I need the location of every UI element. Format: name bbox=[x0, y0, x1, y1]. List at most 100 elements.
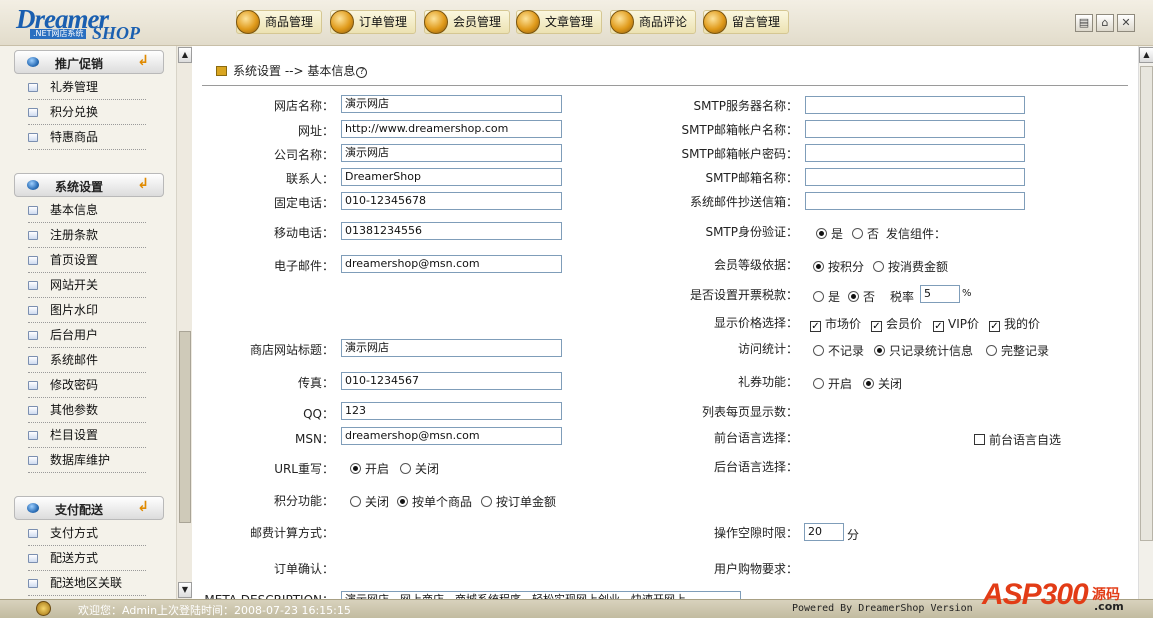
timeout-input[interactable]: 20 bbox=[804, 523, 844, 541]
member-level-spending[interactable]: 按消费金额 bbox=[873, 258, 948, 275]
shop-name-input[interactable]: 演示网店 bbox=[341, 95, 562, 113]
sidebar-item-change-password[interactable]: 修改密码 bbox=[28, 374, 146, 398]
points-off[interactable]: 关闭 bbox=[350, 493, 389, 510]
label-smtp-server: SMTP服务器名称： bbox=[693, 99, 798, 113]
close-icon[interactable]: ✕ bbox=[1117, 14, 1135, 32]
sidebar-item-coupons[interactable]: 礼券管理 bbox=[28, 76, 146, 100]
price-mine[interactable]: ✓ 我的价 bbox=[989, 315, 1040, 332]
orb-icon bbox=[236, 10, 260, 34]
sidebar-item-columns[interactable]: 栏目设置 bbox=[28, 424, 146, 448]
page-icon bbox=[28, 231, 38, 240]
nav-members[interactable]: 会员管理 bbox=[424, 10, 511, 34]
sidebar-item-delivery[interactable]: 配送方式 bbox=[28, 547, 146, 571]
scroll-up-icon[interactable]: ▲ bbox=[178, 47, 192, 63]
smtp-server-input[interactable] bbox=[805, 96, 1025, 114]
invoice-tax-no[interactable]: 否 bbox=[848, 288, 875, 305]
scroll-thumb[interactable] bbox=[1140, 66, 1153, 541]
scroll-down-icon[interactable]: ▼ bbox=[178, 582, 192, 598]
sidebar-item-delivery-region[interactable]: 配送地区关联 bbox=[28, 572, 146, 596]
sidebar-item-admin-users[interactable]: 后台用户 bbox=[28, 324, 146, 348]
nav-products[interactable]: 商品管理 bbox=[236, 10, 323, 34]
group-system-settings[interactable]: 系统设置 ↲ bbox=[14, 173, 164, 197]
nav-reviews[interactable]: 商品评论 bbox=[610, 10, 697, 34]
smtp-mailbox-input[interactable] bbox=[805, 168, 1025, 186]
sidebar-item-special-products[interactable]: 特惠商品 bbox=[28, 126, 146, 150]
page-icon bbox=[28, 256, 38, 265]
price-vip[interactable]: ✓ VIP价 bbox=[933, 315, 979, 332]
sidebar-item-homepage[interactable]: 首页设置 bbox=[28, 249, 146, 273]
sidebar-item-basic-info[interactable]: 基本信息 bbox=[28, 199, 146, 223]
smtp-auth-no[interactable]: 否 bbox=[852, 225, 879, 242]
main-scrollbar[interactable]: ▲ bbox=[1138, 46, 1153, 599]
sidebar-item-system-mail[interactable]: 系统邮件 bbox=[28, 349, 146, 373]
scroll-thumb[interactable] bbox=[179, 331, 191, 523]
top-bar: Dreamer .NET网店系统 SHOP 商品管理 订单管理 会员管理 文章管… bbox=[0, 0, 1153, 46]
orb-icon bbox=[424, 10, 448, 34]
nav-orders[interactable]: 订单管理 bbox=[330, 10, 417, 34]
sidebar-item-points-exchange[interactable]: 积分兑换 bbox=[28, 101, 146, 125]
email-input[interactable]: dreamershop@msn.com bbox=[341, 255, 562, 273]
points-per-product[interactable]: 按单个商品 bbox=[397, 493, 472, 510]
label-list-per-page: 列表每页显示数： bbox=[701, 405, 798, 419]
smtp-password-input[interactable] bbox=[805, 144, 1025, 162]
nav-messages[interactable]: 留言管理 bbox=[703, 10, 790, 34]
radio-icon bbox=[350, 463, 361, 474]
qq-input[interactable]: 123 bbox=[341, 402, 562, 420]
msn-input[interactable]: dreamershop@msn.com bbox=[341, 427, 562, 445]
smtp-account-input[interactable] bbox=[805, 120, 1025, 138]
label-back-lang: 后台语言选择： bbox=[713, 460, 798, 474]
fax-input[interactable]: 010-1234567 bbox=[341, 372, 562, 390]
mobile-input[interactable]: 01381234556 bbox=[341, 222, 562, 240]
nav-articles[interactable]: 文章管理 bbox=[516, 10, 603, 34]
front-lang-auto[interactable]: 前台语言自选 bbox=[974, 431, 1061, 448]
sidebar-item-terms[interactable]: 注册条款 bbox=[28, 224, 146, 248]
page-icon bbox=[28, 406, 38, 415]
sidebar-item-payment[interactable]: 支付方式 bbox=[28, 522, 146, 546]
meta-input[interactable]: 演示网店，网上商店，商城系统程序，轻松实现网上创业，快速开网上 bbox=[341, 591, 741, 599]
sidebar-scrollbar[interactable]: ▲ ▼ bbox=[176, 46, 192, 599]
url-rewrite-on[interactable]: 开启 bbox=[350, 460, 389, 477]
sidebar-item-site-switch[interactable]: 网站开关 bbox=[28, 274, 146, 298]
sidebar-item-other-params[interactable]: 其他参数 bbox=[28, 399, 146, 423]
invoice-tax-yes[interactable]: 是 bbox=[813, 288, 840, 305]
points-per-order[interactable]: 按订单金额 bbox=[481, 493, 556, 510]
coupon-on[interactable]: 开启 bbox=[813, 375, 852, 392]
sidebar-item-database[interactable]: 数据库维护 bbox=[28, 449, 146, 473]
logo-sub: .NET网店系统 bbox=[30, 29, 87, 39]
label-qq: QQ： bbox=[303, 407, 334, 421]
smtp-auth-yes[interactable]: 是 bbox=[816, 225, 843, 242]
label-smtp-account: SMTP邮箱帐户名称： bbox=[681, 123, 798, 137]
page-icon bbox=[28, 83, 38, 92]
url-input[interactable]: http://www.dreamershop.com bbox=[341, 120, 562, 138]
home-icon[interactable]: ⌂ bbox=[1096, 14, 1114, 32]
member-level-points[interactable]: 按积分 bbox=[813, 258, 864, 275]
company-input[interactable]: 演示网店 bbox=[341, 144, 562, 162]
group-payment-delivery[interactable]: 支付配送 ↲ bbox=[14, 496, 164, 520]
price-member[interactable]: ✓ 会员价 bbox=[871, 315, 922, 332]
bullet-icon bbox=[27, 503, 39, 513]
scroll-up-icon[interactable]: ▲ bbox=[1139, 47, 1153, 63]
coupon-off[interactable]: 关闭 bbox=[863, 375, 902, 392]
restore-icon[interactable]: ▤ bbox=[1075, 14, 1093, 32]
sidebar-item-watermark[interactable]: 图片水印 bbox=[28, 299, 146, 323]
sidebar: 推广促销 ↲ 礼券管理 积分兑换 特惠商品 系统设置 ↲ 基本信息 注册条款 首页设… bbox=[0, 46, 176, 599]
group-promotion[interactable]: 推广促销 ↲ bbox=[14, 50, 164, 74]
url-rewrite-off[interactable]: 关闭 bbox=[400, 460, 439, 477]
site-title-input[interactable]: 演示网店 bbox=[341, 339, 562, 357]
orb-icon bbox=[330, 10, 354, 34]
label-shop-name: 网店名称： bbox=[273, 99, 334, 113]
stats-none[interactable]: 不记录 bbox=[813, 342, 864, 359]
divider bbox=[202, 85, 1128, 86]
radio-icon bbox=[813, 345, 824, 356]
radio-icon bbox=[813, 378, 824, 389]
contact-input[interactable]: DreamerShop bbox=[341, 168, 562, 186]
cc-mailbox-input[interactable] bbox=[805, 192, 1025, 210]
user-icon bbox=[36, 601, 51, 616]
price-market[interactable]: ✓ 市场价 bbox=[810, 315, 861, 332]
help-icon[interactable]: ? bbox=[356, 67, 368, 78]
label-company: 公司名称： bbox=[273, 148, 334, 162]
phone-input[interactable]: 010-12345678 bbox=[341, 192, 562, 210]
stats-summary[interactable]: 只记录统计信息 bbox=[874, 342, 973, 359]
stats-full[interactable]: 完整记录 bbox=[986, 342, 1049, 359]
tax-rate-input[interactable]: 5 bbox=[920, 285, 960, 303]
